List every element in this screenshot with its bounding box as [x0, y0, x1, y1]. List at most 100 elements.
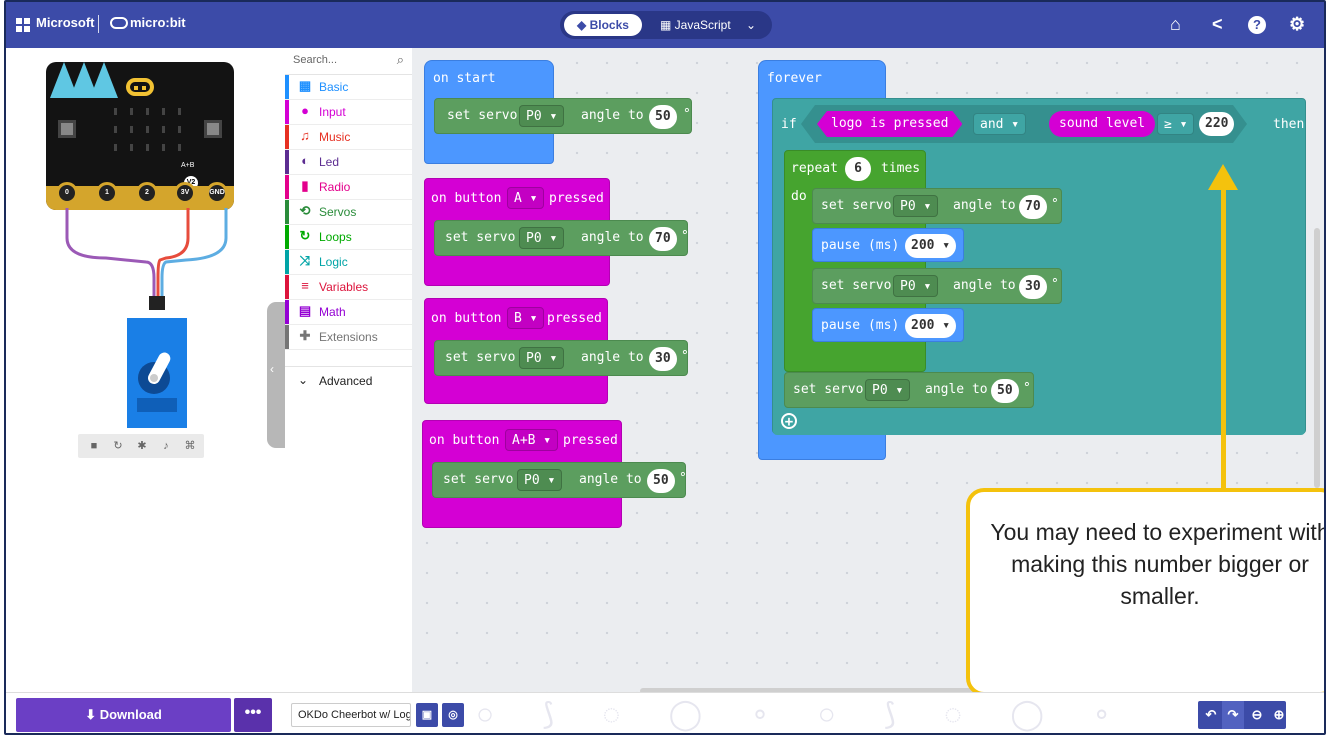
- pin-dropdown[interactable]: P0 ▾: [865, 379, 911, 401]
- redo-icon[interactable]: ↷: [1222, 701, 1244, 729]
- collapse-chevron-icon[interactable]: ‹: [270, 362, 274, 376]
- js-file-icon: ▦: [660, 18, 675, 32]
- blocks-mode-button[interactable]: ◆ Blocks: [564, 14, 642, 36]
- toolbox-search[interactable]: Search... ⌕: [285, 48, 412, 75]
- slowmo-icon[interactable]: ✱: [134, 438, 150, 454]
- set-servo-block[interactable]: set servo P0 ▾ angle to 30 °: [812, 268, 1062, 304]
- led: [162, 144, 165, 151]
- toolbox-category-variables[interactable]: ≡ Variables: [285, 275, 412, 300]
- button-dropdown[interactable]: A+B ▾: [505, 429, 559, 451]
- zoom-out-icon[interactable]: ⊖: [1246, 701, 1268, 729]
- project-name-input[interactable]: OKDo Cheerbot w/ Logo: [291, 703, 411, 727]
- pin-dropdown[interactable]: P0 ▾: [519, 105, 565, 127]
- angle-value-input[interactable]: 50: [991, 379, 1019, 403]
- button-b[interactable]: [204, 120, 222, 138]
- set-servo-block[interactable]: set servo P0 ▾ angle to 50 °: [784, 372, 1034, 408]
- angle-to-label: angle to: [925, 382, 988, 397]
- servo-base: [137, 398, 177, 412]
- button-dropdown[interactable]: B ▾: [507, 307, 545, 329]
- angle-value-input[interactable]: 50: [649, 105, 677, 129]
- pause-block[interactable]: pause (ms) 200 ▾: [812, 228, 964, 262]
- toolbox-category-basic[interactable]: ▦ Basic: [285, 75, 412, 100]
- pause-duration-dropdown[interactable]: 200 ▾: [905, 314, 957, 338]
- compare-op-dropdown[interactable]: ≥ ▾: [1157, 113, 1195, 135]
- led: [130, 126, 133, 133]
- pin-dropdown[interactable]: P0 ▾: [893, 275, 939, 297]
- toolbox-advanced[interactable]: ⌄ Advanced: [285, 366, 412, 395]
- set-servo-block[interactable]: set servo P0 ▾ angle to 30 °: [434, 340, 689, 376]
- add-else-icon[interactable]: +: [781, 413, 797, 430]
- angle-value-input[interactable]: 30: [1019, 275, 1047, 299]
- pin-dropdown[interactable]: P0 ▾: [517, 469, 563, 491]
- repeat-count-input[interactable]: 6: [845, 157, 871, 181]
- set-servo-block[interactable]: set servo P0 ▾ angle to 70 °: [434, 220, 689, 256]
- angle-value-input[interactable]: 70: [649, 227, 677, 251]
- category-color-bar: [285, 200, 289, 224]
- set-servo-label: set servo: [821, 198, 892, 213]
- category-label: Logic: [319, 255, 348, 269]
- github-icon[interactable]: ◎: [442, 703, 464, 727]
- degree-label: °: [681, 349, 689, 364]
- category-color-bar: [285, 225, 289, 249]
- logo-pressed-block[interactable]: logo is pressed: [817, 111, 962, 137]
- category-label: Math: [319, 305, 346, 319]
- led: [114, 126, 117, 133]
- set-servo-label: set servo: [445, 230, 516, 245]
- toolbox-category-servos[interactable]: ⟲ Servos: [285, 200, 412, 225]
- then-label: then: [1273, 117, 1305, 132]
- on-button-label: on button: [431, 311, 502, 326]
- help-icon[interactable]: ?: [1248, 16, 1266, 34]
- toolbox: Search... ⌕ ▦ Basic ● Input ♫ Music ◐ Led ▮ Radio…: [285, 48, 413, 692]
- vertical-scrollbar[interactable]: [1314, 228, 1320, 488]
- javascript-mode-button[interactable]: ▦ JavaScript: [660, 14, 731, 36]
- toolbox-category-radio[interactable]: ▮ Radio: [285, 175, 412, 200]
- home-icon[interactable]: ⌂: [1170, 15, 1181, 33]
- search-input[interactable]: Search...: [293, 54, 337, 66]
- undo-icon[interactable]: ↶: [1200, 701, 1222, 729]
- toolbox-category-extensions[interactable]: ✚ Extensions: [285, 325, 412, 350]
- language-dropdown-chevron-icon[interactable]: ⌄: [746, 14, 756, 36]
- sound-icon[interactable]: ♪: [158, 438, 174, 454]
- button-dropdown[interactable]: A ▾: [507, 187, 545, 209]
- sound-threshold-input[interactable]: 220: [1199, 112, 1235, 136]
- stop-icon[interactable]: ■: [86, 438, 102, 454]
- grid-icon: ▦: [298, 78, 312, 93]
- angle-value-input[interactable]: 30: [649, 347, 677, 371]
- brand-label: Microsoft: [36, 15, 95, 30]
- restart-icon[interactable]: ↻: [110, 438, 126, 454]
- pin-dropdown[interactable]: P0 ▾: [519, 347, 565, 369]
- search-icon[interactable]: ⌕: [397, 52, 404, 68]
- set-servo-block[interactable]: set servo P0 ▾ angle to 50 °: [434, 98, 692, 134]
- toolbox-category-music[interactable]: ♫ Music: [285, 125, 412, 150]
- toolbox-category-led[interactable]: ◐ Led: [285, 150, 412, 175]
- angle-value-input[interactable]: 70: [1019, 195, 1047, 219]
- button-a[interactable]: [58, 120, 76, 138]
- set-servo-block[interactable]: set servo P0 ▾ angle to 70 °: [812, 188, 1062, 224]
- toolbox-category-loops[interactable]: ↻ Loops: [285, 225, 412, 250]
- angle-value-input[interactable]: 50: [647, 469, 675, 493]
- pin-dropdown[interactable]: P0 ▾: [519, 227, 565, 249]
- sound-level-block[interactable]: sound level: [1049, 111, 1156, 137]
- led: [114, 144, 117, 151]
- footer-decoration: ○ ⟆ ◌ ◯ ∘ ○ ⟆ ◌ ◯ ∘ ○ ⟆ ◌: [476, 698, 1136, 731]
- header-divider: [98, 15, 99, 33]
- settings-icon[interactable]: ⚙: [1289, 15, 1305, 33]
- pause-duration-dropdown[interactable]: 200 ▾: [905, 234, 957, 258]
- download-button[interactable]: ⬇ Download: [16, 698, 231, 732]
- share-icon[interactable]: <: [1212, 15, 1223, 33]
- servo-icon: ⟲: [299, 203, 311, 218]
- on-start-label: on start: [433, 71, 496, 86]
- zoom-in-icon[interactable]: ⊕: [1268, 701, 1290, 729]
- download-more-button[interactable]: •••: [234, 698, 272, 732]
- logic-op-dropdown[interactable]: and ▾: [973, 113, 1027, 135]
- set-servo-block[interactable]: set servo P0 ▾ angle to 50 °: [432, 462, 687, 498]
- toolbox-category-input[interactable]: ● Input: [285, 100, 412, 125]
- microbit-board[interactable]: A+B V2 0 1 2 3V GND: [46, 62, 234, 210]
- fullscreen-icon[interactable]: ⌘: [182, 438, 198, 454]
- logo-touch-icon[interactable]: [126, 78, 154, 96]
- save-icon[interactable]: ▣: [416, 703, 438, 727]
- pin-dropdown[interactable]: P0 ▾: [893, 195, 939, 217]
- toolbox-category-math[interactable]: ▤ Math: [285, 300, 412, 325]
- pause-block[interactable]: pause (ms) 200 ▾: [812, 308, 964, 342]
- toolbox-category-logic[interactable]: ⤨ Logic: [285, 250, 412, 275]
